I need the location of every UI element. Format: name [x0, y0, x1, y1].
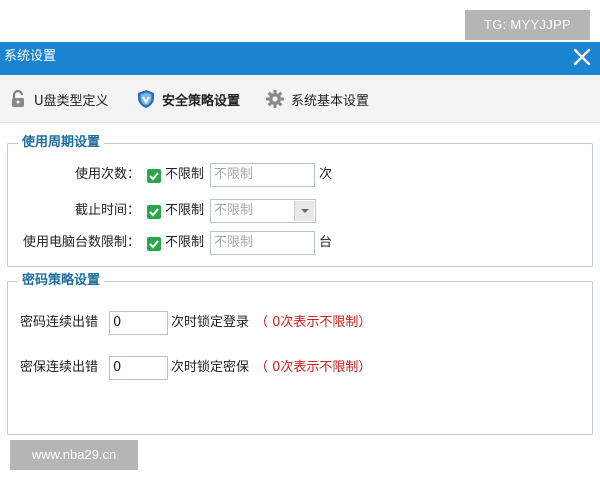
tab-system-basic[interactable]: 系统基本设置	[265, 88, 369, 110]
expiry-time-select[interactable]: 不限制	[210, 199, 316, 223]
password-error-label: 密码连续出错	[20, 315, 99, 330]
usage-period-group: 使用周期设置 使用次数： 不限制 不限制 次 截止时间： 不限制 不限制 使用电…	[7, 134, 593, 267]
lock-icon	[8, 89, 28, 109]
password-policy-group: 密码策略设置 密码连续出错 0 次时锁定登录 （ 0次表示不限制） 密保连续出错…	[7, 272, 593, 435]
title-bar: 系统设置	[0, 42, 600, 75]
watermark-top: TG: MYYJJPP	[465, 10, 590, 40]
checkbox-label: 不限制	[165, 235, 205, 250]
usage-count-input[interactable]: 不限制	[210, 163, 315, 187]
tab-security-policy[interactable]: 安全策略设置	[136, 88, 240, 110]
password-policy-title: 密码策略设置	[18, 272, 105, 290]
password-error-note: （ 0次表示不限制）	[255, 315, 372, 330]
watermark-bottom: www.nba29.cn	[10, 440, 138, 470]
usage-count-unit: 次	[319, 167, 333, 182]
usage-count-unlimited-checkbox[interactable]	[147, 169, 161, 183]
usage-count-label: 使用次数：	[74, 167, 140, 182]
tab-label: U盘类型定义	[34, 93, 109, 109]
tab-usb-type[interactable]: U盘类型定义	[8, 88, 109, 110]
expiry-time-unlimited-checkbox[interactable]	[147, 205, 161, 219]
security-question-error-input[interactable]: 0	[109, 356, 168, 380]
computer-limit-input[interactable]: 不限制	[210, 231, 315, 255]
gear-icon	[265, 89, 285, 109]
expiry-time-label: 截止时间：	[74, 203, 140, 218]
security-question-error-suffix: 次时锁定密保	[171, 360, 250, 375]
window-title: 系统设置	[4, 49, 57, 64]
security-question-error-label: 密保连续出错	[20, 360, 99, 375]
tab-label: 安全策略设置	[162, 93, 241, 109]
tab-toolbar: U盘类型定义 安全策略设置 系统基本设置	[0, 75, 600, 123]
chevron-down-icon[interactable]	[294, 201, 314, 221]
computer-limit-label: 使用电脑台数限制：	[22, 235, 140, 250]
tab-label: 系统基本设置	[291, 93, 370, 109]
computer-limit-unlimited-checkbox[interactable]	[147, 237, 161, 251]
checkbox-label: 不限制	[165, 203, 205, 218]
expiry-time-value: 不限制	[214, 203, 254, 218]
security-question-error-note: （ 0次表示不限制）	[255, 360, 372, 375]
computer-limit-unit: 台	[319, 235, 333, 250]
checkbox-label: 不限制	[165, 167, 205, 182]
close-icon[interactable]	[570, 45, 594, 69]
password-error-input[interactable]: 0	[109, 311, 168, 335]
shield-icon	[136, 89, 156, 109]
usage-period-title: 使用周期设置	[18, 134, 105, 152]
password-error-suffix: 次时锁定登录	[171, 315, 250, 330]
